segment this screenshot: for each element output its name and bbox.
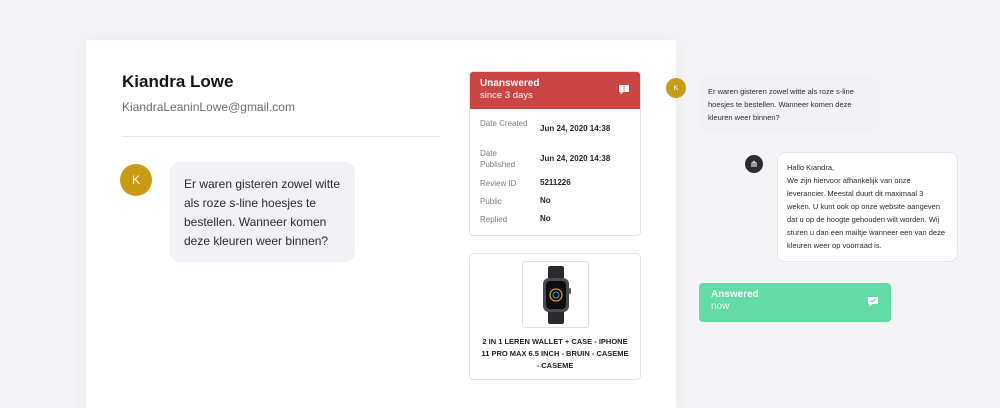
conversation-question: Er waren gisteren zowel witte als roze s… (699, 76, 880, 132)
shop-logo-mark (751, 160, 757, 167)
date-created-value: Jun 24, 2020 14:38 (540, 124, 611, 133)
chat-alert-icon (619, 85, 629, 95)
product-image (522, 261, 589, 328)
smartwatch-icon (542, 265, 571, 324)
conversation-reply: Hallo Kiandra, We zijn hiervoor afhankel… (777, 152, 958, 262)
answered-title: Answered (711, 289, 759, 300)
divider (122, 136, 440, 137)
public-label: Public (480, 197, 502, 206)
shop-logo-icon (745, 155, 763, 173)
public-value: No (540, 196, 551, 205)
reply-greeting: Hallo Kiandra, (787, 163, 835, 172)
customer-email: KiandraLeaninLowe@gmail.com (122, 100, 295, 114)
reply-body: We zijn hiervoor afhankelijk van onze le… (787, 176, 946, 250)
review-message: Er waren gisteren zowel witte als roze s… (170, 162, 355, 262)
date-published-label: Date Published (480, 149, 516, 169)
status-title: Unanswered (480, 78, 540, 89)
answered-subtitle: now (711, 301, 730, 312)
status-subtitle: since 3 days (480, 90, 533, 101)
status-card: Unanswered since 3 days Date Created Jun… (469, 71, 641, 236)
review-card: Kiandra Lowe KiandraLeaninLowe@gmail.com… (86, 40, 676, 408)
product-card[interactable]: 2 IN 1 LEREN WALLET + CASE - IPHONE 11 P… (469, 253, 641, 380)
review-id-label: Review ID (480, 179, 517, 188)
chat-check-icon (868, 297, 878, 307)
date-published-value: Jun 24, 2020 14:38 (540, 154, 611, 163)
review-id-value: 5211226 (540, 178, 571, 187)
date-created-label: Date Created (480, 119, 528, 128)
answered-status: Answered now (699, 283, 891, 322)
replied-value: No (540, 214, 551, 223)
customer-name: Kiandra Lowe (122, 72, 234, 91)
product-title: 2 IN 1 LEREN WALLET + CASE - IPHONE 11 P… (481, 337, 629, 370)
status-header: Unanswered since 3 days (470, 72, 640, 109)
replied-label: Replied (480, 215, 508, 224)
customer-avatar: K (120, 164, 152, 196)
conversation-customer-avatar: K (666, 78, 686, 98)
